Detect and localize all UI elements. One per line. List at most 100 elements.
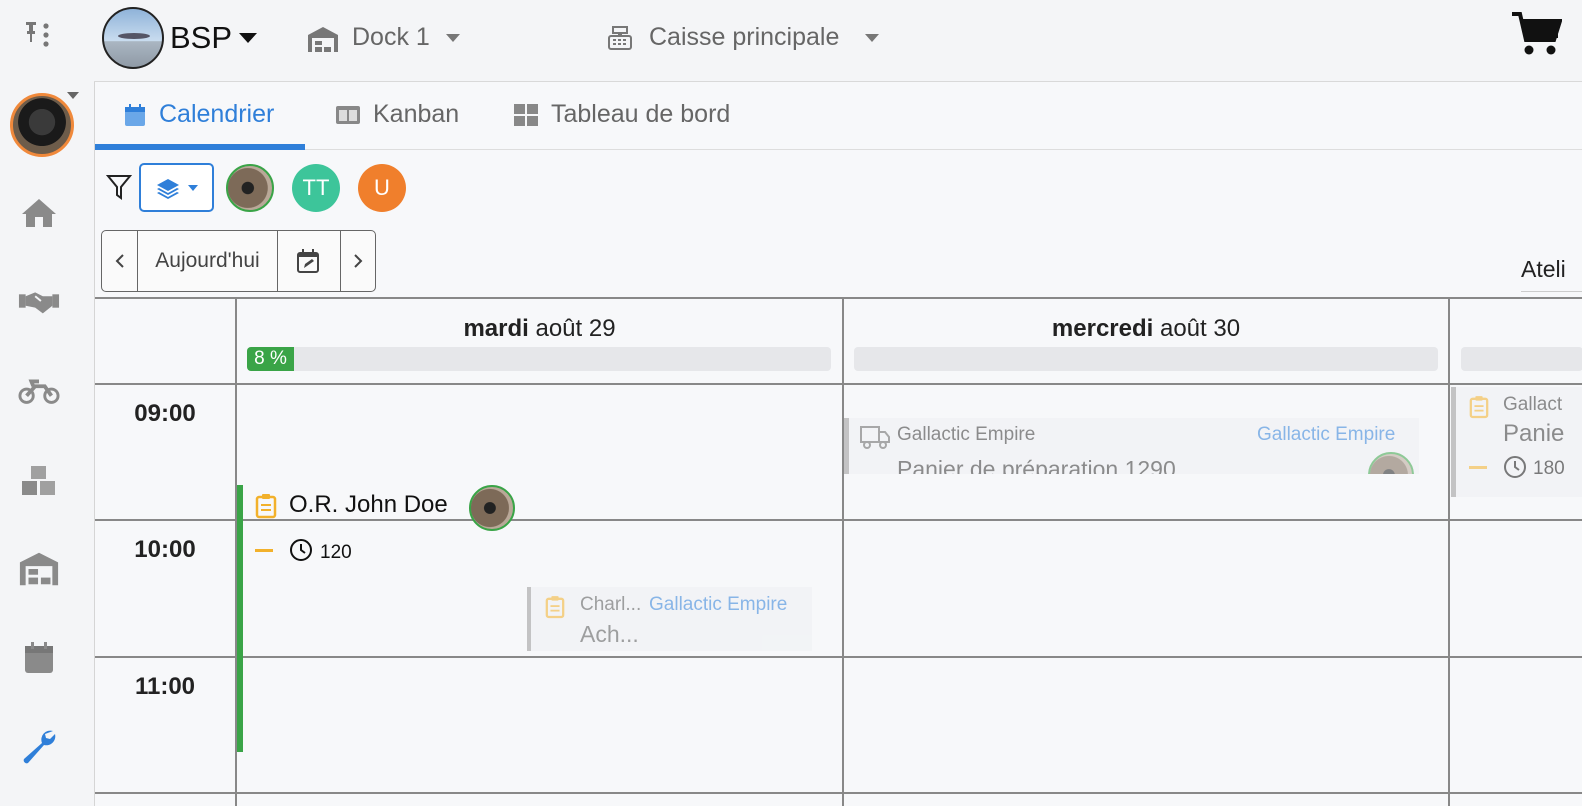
grid-line [95, 383, 1582, 385]
pin-menu-icon[interactable] [18, 14, 60, 56]
day-date: août 29 [528, 315, 616, 342]
dock-selector[interactable]: Dock 1 [352, 23, 430, 52]
sidebar [0, 0, 94, 806]
hour-label: 11:00 [134, 673, 196, 700]
grid-line [95, 656, 1582, 658]
tab-calendrier-label: Calendrier [159, 100, 275, 128]
boxes-icon[interactable] [18, 460, 60, 502]
day-name: mardi [463, 315, 529, 342]
day-header-mercredi[interactable]: mercredi août 30 [844, 315, 1448, 343]
event-client: Charl... [580, 594, 642, 615]
event-company: Gallactic Empire [649, 594, 788, 615]
event-title: Panie [1503, 420, 1565, 447]
event-client: Gallact [1503, 394, 1563, 415]
dashboard-icon [514, 103, 538, 126]
user-avatar[interactable] [10, 93, 74, 157]
event-title: O.R. John Doe [289, 491, 448, 518]
resource-avatar-u[interactable]: U [358, 164, 406, 212]
cart-icon[interactable] [1510, 10, 1563, 63]
calendar-tab-icon [125, 103, 145, 126]
hour-label: 09:00 [134, 400, 196, 427]
event-title: Ach... [580, 621, 639, 647]
day-load-bar: 8 % [247, 347, 831, 371]
truck-icon [860, 426, 890, 449]
filter-icon[interactable] [105, 173, 133, 206]
grid-line [95, 792, 1582, 794]
clock-icon [290, 539, 312, 561]
grid-line [1448, 297, 1450, 806]
tab-kanban[interactable]: Kanban [335, 100, 459, 129]
clipboard-icon [1469, 396, 1489, 419]
cash-register-icon [606, 24, 634, 57]
event-duration-bar [237, 485, 243, 752]
previous-button[interactable] [102, 231, 138, 291]
calendar-grid: mardi août 29 8 % mercredi août 30 09:00… [95, 297, 1582, 806]
organization-avatar[interactable] [102, 7, 164, 69]
next-button[interactable] [341, 231, 375, 291]
motorcycle-icon[interactable] [18, 370, 60, 412]
event-assignee-avatar[interactable] [469, 485, 515, 531]
event-card-small[interactable]: Charl... Gallactic Empire Ach... [527, 587, 812, 651]
event-client: Gallactic Empire [897, 424, 1036, 445]
clock-icon [1504, 456, 1526, 478]
clipboard-icon [255, 494, 277, 519]
day-name: mercredi [1051, 315, 1154, 342]
view-tabs: Calendrier Kanban Tableau de bord [95, 82, 1582, 150]
chevron-left-icon [115, 254, 124, 268]
day-load-bar [1461, 347, 1582, 371]
event-border [527, 587, 531, 651]
resource-avatar-tt[interactable]: TT [292, 164, 340, 212]
day-load-bar [854, 347, 1438, 371]
filter-row: TT U [95, 150, 1582, 230]
kanban-icon [336, 105, 360, 124]
layers-filter-button[interactable] [139, 163, 214, 212]
register-selector[interactable]: Caisse principale [649, 23, 839, 52]
warehouse-icon[interactable] [18, 548, 60, 590]
clipboard-icon [545, 596, 565, 619]
event-border [844, 418, 849, 474]
priority-dash-icon [1469, 466, 1487, 469]
day-date: août 30 [1153, 315, 1241, 342]
event-card-or-john-doe[interactable]: O.R. John Doe 120 [245, 485, 545, 585]
dock-caret-icon[interactable] [446, 34, 460, 42]
date-navigation: Aujourd'hui [101, 230, 376, 292]
view-selector-underline [1521, 291, 1582, 292]
top-bar: BSP Dock 1 Caisse principale [94, 0, 1582, 82]
view-selector[interactable]: Ateli [1521, 256, 1566, 283]
calendar-icon[interactable] [18, 637, 60, 679]
event-card-thursday[interactable]: Gallact Panie 180 [1451, 387, 1582, 497]
today-button[interactable]: Aujourd'hui [138, 231, 278, 291]
layers-caret-icon [187, 184, 198, 191]
main-panel: Calendrier Kanban Tableau de bord TT U A… [94, 82, 1582, 806]
handshake-icon[interactable] [18, 280, 60, 322]
event-assignee-avatar[interactable] [1368, 452, 1414, 474]
chevron-right-icon [354, 254, 363, 268]
grid-line [842, 297, 844, 806]
organization-name[interactable]: BSP [170, 20, 232, 56]
organization-caret-icon[interactable] [239, 33, 257, 43]
priority-dash-icon [255, 549, 273, 552]
event-duration: 180 [1533, 458, 1565, 479]
event-title: Panier de préparation 1290 [897, 456, 1176, 474]
wrench-icon[interactable] [18, 725, 60, 767]
day-header-mardi[interactable]: mardi août 29 [237, 315, 842, 343]
home-icon[interactable] [18, 192, 60, 234]
resource-avatar-1[interactable] [226, 164, 274, 212]
user-menu-caret-icon[interactable] [67, 92, 79, 99]
calendar-edit-icon [297, 249, 319, 273]
layers-icon [156, 178, 179, 199]
register-caret-icon[interactable] [865, 34, 879, 42]
event-company: Gallactic Empire [1257, 424, 1396, 445]
tab-calendrier[interactable]: Calendrier [123, 100, 274, 129]
event-card-wednesday[interactable]: Gallactic Empire Gallactic Empire Panier… [844, 418, 1419, 474]
dock-icon [306, 25, 340, 58]
tab-tableau-label: Tableau de bord [551, 100, 731, 128]
event-duration: 120 [320, 542, 352, 563]
hour-label: 10:00 [134, 536, 196, 563]
tab-tableau-de-bord[interactable]: Tableau de bord [513, 100, 730, 129]
tab-kanban-label: Kanban [373, 100, 460, 128]
day-load-fill: 8 % [247, 347, 294, 371]
date-picker-button[interactable] [278, 231, 341, 291]
grid-line [95, 297, 1582, 299]
event-border [1451, 387, 1456, 497]
